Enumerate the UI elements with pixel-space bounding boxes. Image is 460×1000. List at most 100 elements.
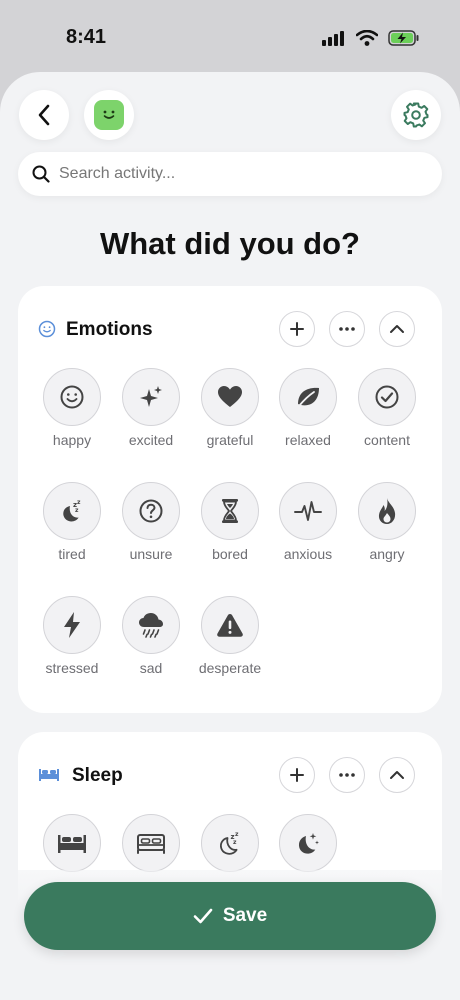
mood-button[interactable] bbox=[84, 90, 134, 140]
activity-bubble bbox=[43, 814, 101, 872]
search-bar[interactable] bbox=[18, 152, 442, 196]
activity-bubble bbox=[201, 368, 259, 426]
moon-zzz-icon: z z z bbox=[63, 499, 81, 522]
activity-content[interactable]: content bbox=[347, 368, 427, 448]
flame-icon bbox=[378, 498, 396, 524]
svg-text:z: z bbox=[235, 831, 239, 838]
lightning-icon bbox=[64, 612, 80, 638]
activity-sleep-3[interactable]: z z z bbox=[190, 814, 270, 878]
check-circle-icon bbox=[375, 385, 399, 409]
bed-filled-icon bbox=[58, 835, 86, 853]
chevron-up-icon bbox=[390, 771, 404, 779]
heart-icon bbox=[218, 386, 242, 407]
hourglass-icon bbox=[222, 499, 238, 523]
gear-icon bbox=[403, 102, 429, 128]
more-dots-icon bbox=[339, 327, 355, 331]
activity-bored[interactable]: bored bbox=[190, 482, 270, 562]
moon-stars-icon bbox=[298, 833, 319, 854]
activity-anxious[interactable]: anxious bbox=[268, 482, 348, 562]
activity-bubble bbox=[43, 596, 101, 654]
activity-sleep-4[interactable] bbox=[268, 814, 348, 878]
chevron-left-icon bbox=[38, 104, 50, 126]
activity-bubble bbox=[279, 482, 337, 540]
sleep-header: Sleep bbox=[18, 732, 442, 818]
more-dots-icon bbox=[339, 773, 355, 777]
rain-cloud-icon bbox=[139, 613, 163, 638]
activity-label: sad bbox=[139, 660, 163, 676]
settings-button[interactable] bbox=[391, 90, 441, 140]
activity-stressed[interactable]: stressed bbox=[32, 596, 112, 676]
activity-unsure[interactable]: unsure bbox=[111, 482, 191, 562]
emotions-more-button[interactable] bbox=[329, 311, 365, 347]
activity-sleep-2[interactable] bbox=[111, 814, 191, 878]
activity-bubble bbox=[122, 482, 180, 540]
activity-happy[interactable]: happy bbox=[32, 368, 112, 448]
activity-sleep-1[interactable] bbox=[32, 814, 112, 878]
save-label: Save bbox=[222, 905, 268, 926]
activity-label: desperate bbox=[198, 660, 262, 676]
activity-label: angry bbox=[369, 546, 405, 562]
activity-tired[interactable]: z z z tired bbox=[32, 482, 112, 562]
activity-bubble bbox=[279, 814, 337, 872]
sleep-more-button[interactable] bbox=[329, 757, 365, 793]
svg-text:z: z bbox=[75, 507, 79, 514]
activity-label: bored bbox=[212, 546, 248, 562]
activity-relaxed[interactable]: relaxed bbox=[268, 368, 348, 448]
activity-bubble bbox=[43, 368, 101, 426]
activity-label: anxious bbox=[283, 546, 333, 562]
status-icons bbox=[322, 26, 420, 50]
smiley-outline-icon bbox=[38, 320, 56, 338]
sleep-collapse-button[interactable] bbox=[379, 757, 415, 793]
moon-zzz-outline-icon: z z z bbox=[220, 831, 239, 855]
activity-bubble bbox=[358, 368, 416, 426]
plus-icon bbox=[290, 322, 304, 336]
wifi-icon bbox=[356, 30, 378, 46]
save-bar: Save bbox=[0, 870, 460, 1000]
activity-bubble bbox=[201, 596, 259, 654]
save-button[interactable]: Save bbox=[24, 882, 436, 950]
bed-outline-icon bbox=[137, 834, 165, 854]
activity-bubble bbox=[279, 368, 337, 426]
svg-text:z: z bbox=[233, 839, 237, 846]
chevron-up-icon bbox=[390, 325, 404, 333]
activity-label: stressed bbox=[45, 660, 99, 676]
activity-excited[interactable]: excited bbox=[111, 368, 191, 448]
sleep-title: Sleep bbox=[72, 765, 123, 786]
sparkles-icon bbox=[140, 386, 162, 407]
activity-bubble bbox=[122, 368, 180, 426]
warning-triangle-icon bbox=[217, 614, 243, 637]
question-circle-icon bbox=[139, 499, 163, 523]
search-input[interactable] bbox=[59, 165, 399, 183]
activity-desperate[interactable]: desperate bbox=[190, 596, 270, 676]
add-sleep-button[interactable] bbox=[279, 757, 315, 793]
status-bar: 8:41 bbox=[0, 0, 460, 72]
activity-angry[interactable]: angry bbox=[347, 482, 427, 562]
activity-bubble: z z z bbox=[201, 814, 259, 872]
activity-grateful[interactable]: grateful bbox=[190, 368, 270, 448]
activity-label: excited bbox=[128, 432, 174, 448]
activity-bubble bbox=[122, 596, 180, 654]
back-button[interactable] bbox=[19, 90, 69, 140]
emotions-header: Emotions bbox=[18, 286, 442, 372]
emotions-title: Emotions bbox=[66, 319, 153, 340]
activity-sheet: What did you do? Emotions bbox=[0, 72, 460, 1000]
emotions-section: Emotions happy excited grateful relaxed … bbox=[18, 286, 442, 713]
bed-icon bbox=[39, 769, 59, 781]
happy-face-icon bbox=[60, 385, 84, 409]
battery-charging-icon bbox=[388, 30, 419, 46]
signal-icon bbox=[322, 31, 344, 46]
activity-label: grateful bbox=[206, 432, 254, 448]
activity-bubble bbox=[201, 482, 259, 540]
page-title: What did you do? bbox=[99, 226, 360, 261]
add-emotion-button[interactable] bbox=[279, 311, 315, 347]
activity-label: happy bbox=[52, 432, 92, 448]
smiley-square-icon bbox=[94, 100, 124, 130]
activity-label: content bbox=[364, 432, 410, 448]
emotions-collapse-button[interactable] bbox=[379, 311, 415, 347]
activity-bubble bbox=[122, 814, 180, 872]
search-icon bbox=[32, 165, 50, 183]
svg-text:z: z bbox=[77, 499, 81, 506]
activity-sad[interactable]: sad bbox=[111, 596, 191, 676]
activity-label: unsure bbox=[129, 546, 173, 562]
pulse-icon bbox=[294, 501, 322, 521]
